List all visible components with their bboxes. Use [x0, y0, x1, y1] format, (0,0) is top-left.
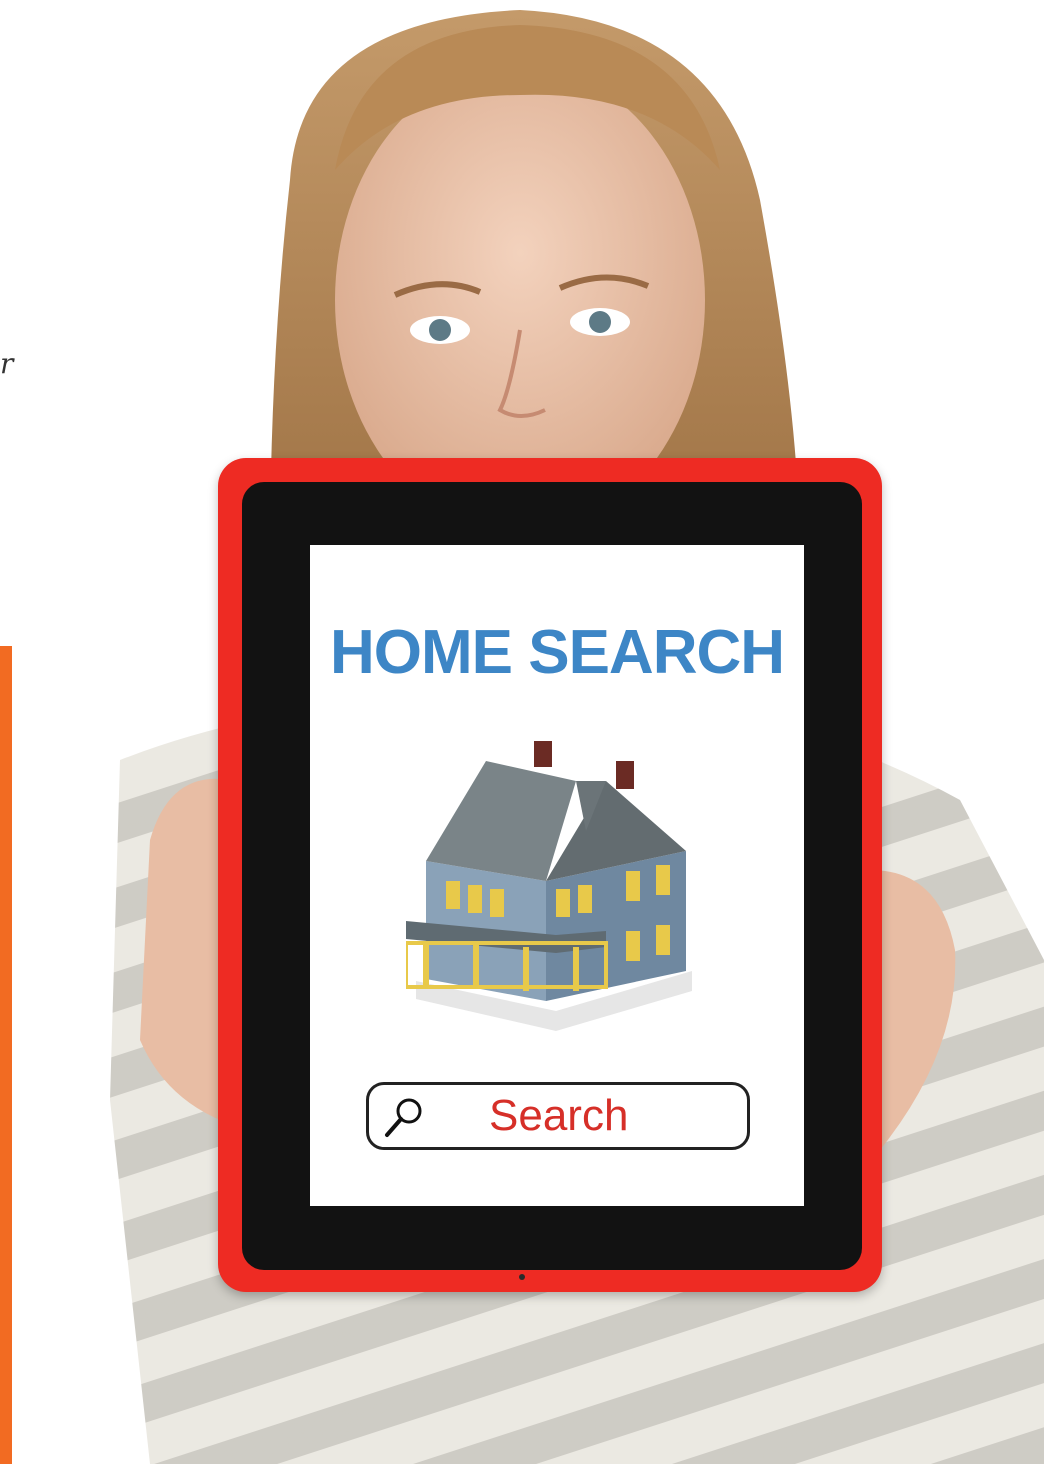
- house-icon: [406, 741, 692, 1031]
- search-input[interactable]: Search: [366, 1082, 750, 1150]
- home-search-title: HOME SEARCH: [329, 618, 785, 687]
- tablet-screen: HOME SEARCH Search: [310, 545, 804, 1206]
- magnifier-icon: [385, 1098, 422, 1137]
- stray-text: r: [0, 347, 14, 380]
- orange-side-bar: [0, 646, 12, 1464]
- search-label: Search: [489, 1091, 629, 1140]
- tablet-home-indicator: [519, 1274, 525, 1280]
